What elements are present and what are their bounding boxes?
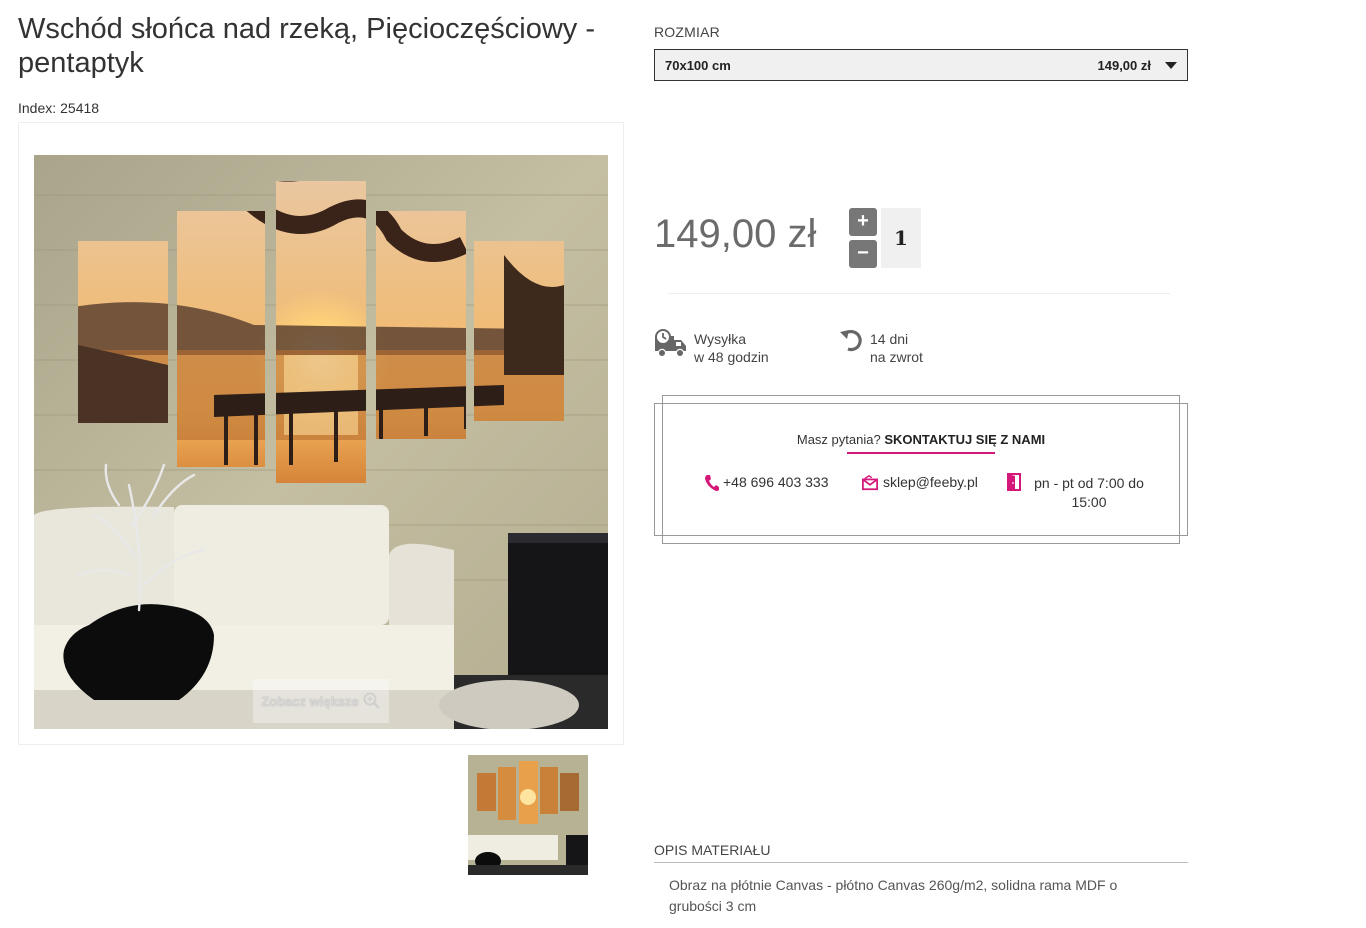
mail-icon xyxy=(862,475,878,491)
delivery-truck-icon xyxy=(655,329,686,358)
shipping-line-1: Wysyłka xyxy=(694,331,746,347)
chevron-down-icon xyxy=(1165,61,1177,69)
divider xyxy=(668,293,1170,294)
door-icon xyxy=(1007,473,1021,491)
index-value: 25418 xyxy=(60,100,100,116)
return-info: 14 dni na zwrot xyxy=(870,330,923,366)
shipping-line-2: w 48 godzin xyxy=(694,349,769,365)
size-select-price: 149,00 zł xyxy=(1097,57,1152,73)
quantity-minus-button[interactable]: − xyxy=(849,240,877,268)
quantity-plus-button[interactable]: + xyxy=(849,208,877,236)
contact-question: Masz pytania? SKONTAKTUJ SIĘ Z NAMI xyxy=(654,432,1188,447)
description-divider xyxy=(654,862,1188,863)
phone-icon xyxy=(705,475,719,491)
product-index: Index: 25418 xyxy=(18,100,99,116)
size-select-value: 70x100 cm xyxy=(665,57,731,73)
zoom-button[interactable]: Zobacz większe xyxy=(253,679,389,723)
product-price: 149,00 zł xyxy=(654,212,817,256)
contact-hours: pn - pt od 7:00 do 15:00 xyxy=(1034,475,1144,510)
contact-us-link[interactable]: SKONTAKTUJ SIĘ Z NAMI xyxy=(884,432,1045,447)
size-label: ROZMIAR xyxy=(654,24,720,40)
return-line-1: 14 dni xyxy=(870,331,909,347)
size-select[interactable]: 70x100 cm 149,00 zł xyxy=(654,49,1188,81)
zoom-label: Zobacz większe xyxy=(261,693,359,709)
shipping-info: Wysyłka w 48 godzin xyxy=(694,330,769,366)
contact-question-text: Masz pytania? xyxy=(796,432,881,447)
contact-underline xyxy=(847,452,995,454)
zoom-icon xyxy=(363,692,380,709)
description-label: OPIS MATERIAŁU xyxy=(654,842,771,858)
contact-box-frame-inner xyxy=(662,395,1180,544)
contact-email[interactable]: sklep@feeby.pl xyxy=(883,474,978,490)
return-arrow-icon xyxy=(840,329,862,352)
contact-phone[interactable]: +48 696 403 333 xyxy=(723,474,829,490)
description-text: Obraz na płótnie Canvas - płótno Canvas … xyxy=(669,877,1118,914)
product-main-image[interactable] xyxy=(34,155,608,729)
return-line-2: na zwrot xyxy=(870,349,923,365)
quantity-input[interactable] xyxy=(881,208,921,268)
thumbnail-image[interactable] xyxy=(468,755,588,875)
product-title: Wschód słońca nad rzeką, Pięcioczęściowy… xyxy=(18,13,596,79)
index-label: Index: xyxy=(18,100,57,116)
